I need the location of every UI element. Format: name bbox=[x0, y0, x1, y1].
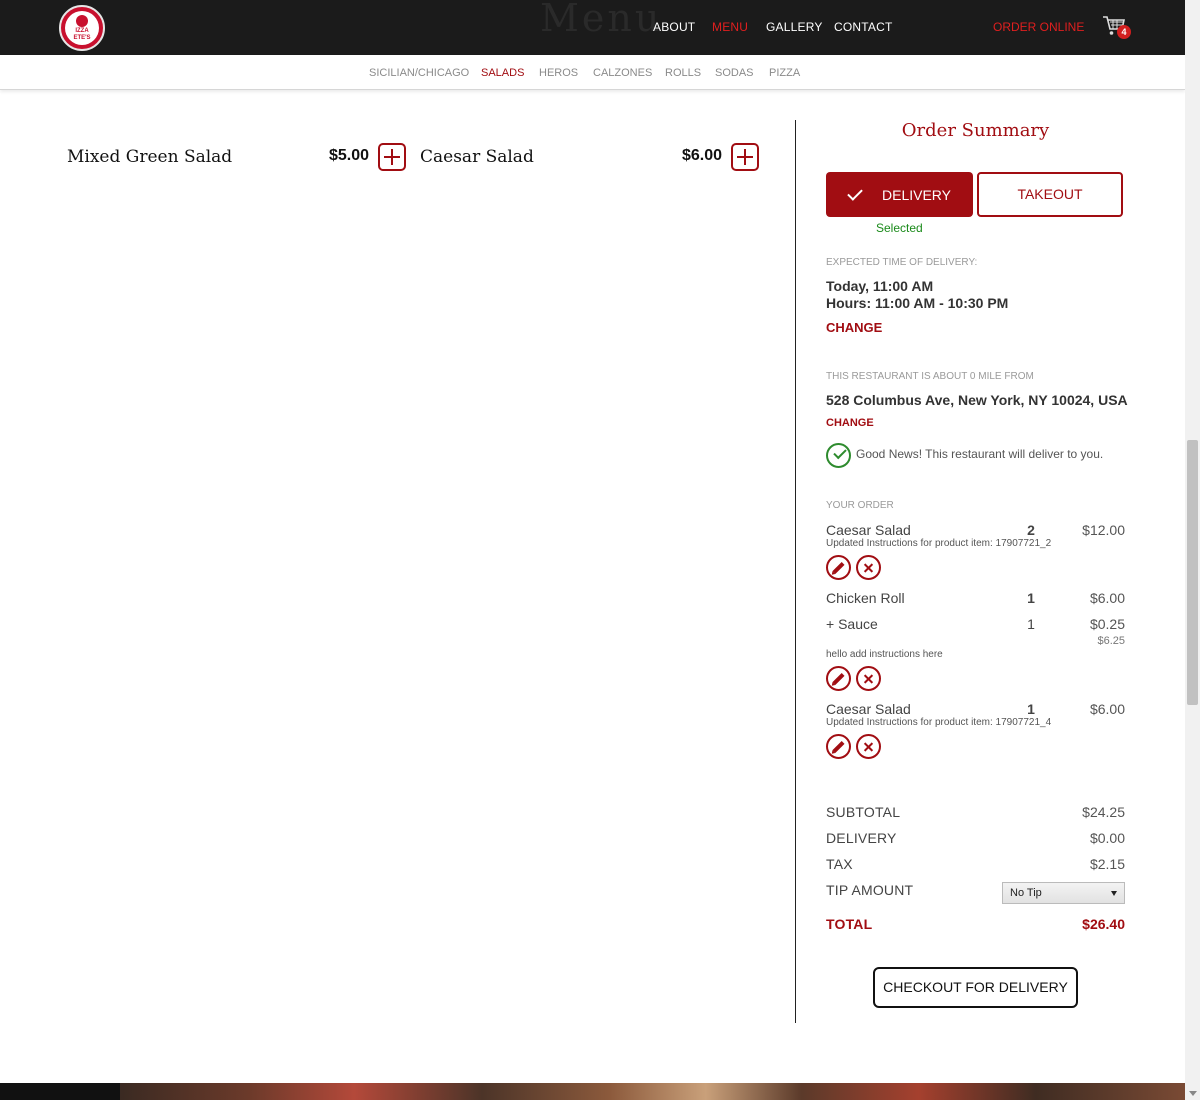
nav-contact[interactable]: CONTACT bbox=[834, 20, 893, 34]
scroll-down-arrow[interactable] bbox=[1189, 1091, 1197, 1096]
plus-icon-v bbox=[391, 149, 393, 165]
success-check-icon bbox=[826, 443, 851, 468]
top-nav-bar: IZZA ETE'S Menu ABOUT MENU GALLERY CONTA… bbox=[0, 0, 1185, 55]
remove-item-button[interactable] bbox=[856, 555, 881, 580]
order-line-name: Chicken Roll bbox=[826, 590, 905, 606]
delivery-label: DELIVERY bbox=[882, 186, 951, 203]
remove-item-button[interactable] bbox=[856, 734, 881, 759]
order-line-instructions: Updated Instructions for product item: 1… bbox=[826, 717, 1052, 728]
remove-item-button[interactable] bbox=[856, 666, 881, 691]
expected-time-label: EXPECTED TIME OF DELIVERY: bbox=[826, 257, 978, 268]
pizza-petes-logo[interactable]: IZZA ETE'S bbox=[59, 5, 105, 51]
total-label: TOTAL bbox=[826, 916, 873, 932]
edit-item-button[interactable] bbox=[826, 555, 851, 580]
tax-label: TAX bbox=[826, 856, 853, 872]
delivery-toggle-button[interactable]: DELIVERY bbox=[826, 172, 973, 217]
tip-amount-select[interactable]: No Tip bbox=[1002, 882, 1125, 904]
checkout-button[interactable]: CHECKOUT FOR DELIVERY bbox=[873, 967, 1078, 1008]
cart-count-badge: 4 bbox=[1117, 25, 1131, 39]
change-address-link[interactable]: CHANGE bbox=[826, 417, 874, 429]
check-mark bbox=[833, 445, 847, 460]
menu-item-name[interactable]: Mixed Green Salad bbox=[67, 147, 232, 167]
order-line-instructions: Updated Instructions for product item: 1… bbox=[826, 538, 1052, 549]
order-line-qty: 1 bbox=[1027, 590, 1035, 606]
order-line-qty: 1 bbox=[1027, 701, 1035, 717]
pencil-icon bbox=[832, 740, 845, 753]
pencil-icon bbox=[832, 672, 845, 685]
edit-item-button[interactable] bbox=[826, 734, 851, 759]
subtotal-value: $24.25 bbox=[1082, 804, 1125, 820]
scrollbar-thumb[interactable] bbox=[1187, 440, 1198, 705]
category-calzones[interactable]: CALZONES bbox=[593, 67, 652, 79]
order-line-price: $6.00 bbox=[1089, 590, 1125, 606]
change-time-link[interactable]: CHANGE bbox=[826, 320, 882, 335]
footer-food-image bbox=[120, 1083, 1185, 1100]
expected-time-value: Today, 11:00 AM bbox=[826, 278, 934, 294]
category-sicilian-chicago[interactable]: SICILIAN/CHICAGO bbox=[369, 67, 469, 79]
page-heading-menu: Menu bbox=[540, 0, 663, 40]
order-line-subtotal: $6.25 bbox=[1097, 635, 1125, 647]
nav-menu[interactable]: MENU bbox=[712, 20, 748, 34]
menu-item-name[interactable]: Caesar Salad bbox=[420, 147, 534, 167]
tip-selected-value: No Tip bbox=[1010, 887, 1042, 899]
add-item-button[interactable] bbox=[378, 143, 406, 171]
order-line-price: $12.00 bbox=[1082, 522, 1125, 538]
order-online-link[interactable]: ORDER ONLINE bbox=[993, 20, 1084, 34]
category-pizza[interactable]: PIZZA bbox=[769, 67, 800, 79]
order-line-price: $6.00 bbox=[1089, 701, 1125, 717]
menu-item-price: $5.00 bbox=[329, 147, 370, 164]
tip-label: TIP AMOUNT bbox=[826, 882, 914, 898]
content-divider bbox=[795, 120, 796, 1023]
takeout-toggle-button[interactable]: TAKEOUT bbox=[977, 172, 1123, 217]
pencil-icon bbox=[832, 561, 845, 574]
dropdown-arrow-icon bbox=[1111, 891, 1117, 896]
order-line-instructions: hello add instructions here bbox=[826, 649, 943, 660]
selected-indicator: Selected bbox=[876, 221, 923, 235]
delivery-fee-value: $0.00 bbox=[1089, 830, 1125, 846]
your-order-label: YOUR ORDER bbox=[826, 500, 894, 511]
order-line-addon-name: + Sauce bbox=[826, 616, 878, 632]
cart-button[interactable]: 4 bbox=[1102, 15, 1132, 41]
total-value: $26.40 bbox=[1082, 916, 1125, 932]
distance-label: THIS RESTAURANT IS ABOUT 0 MILE FROM bbox=[826, 371, 1034, 382]
order-line-name: Caesar Salad bbox=[826, 522, 911, 538]
logo-mark bbox=[76, 14, 88, 27]
order-summary-title: Order Summary bbox=[901, 120, 1050, 141]
logo-text: IZZA ETE'S bbox=[73, 27, 91, 41]
add-item-button[interactable] bbox=[731, 143, 759, 171]
order-line-addon-qty: 1 bbox=[1027, 616, 1035, 632]
category-heros[interactable]: HEROS bbox=[539, 67, 578, 79]
category-salads[interactable]: SALADS bbox=[481, 67, 524, 79]
delivery-fee-label: DELIVERY bbox=[826, 830, 897, 846]
plus-icon-v bbox=[744, 149, 746, 165]
subtotal-label: SUBTOTAL bbox=[826, 804, 901, 820]
tax-value: $2.15 bbox=[1089, 856, 1125, 872]
nav-gallery[interactable]: GALLERY bbox=[766, 20, 823, 34]
order-line-qty: 2 bbox=[1027, 522, 1035, 538]
check-icon bbox=[847, 184, 863, 201]
edit-item-button[interactable] bbox=[826, 666, 851, 691]
delivery-availability-message: Good News! This restaurant will deliver … bbox=[856, 447, 1104, 461]
category-rolls[interactable]: ROLLS bbox=[665, 67, 701, 79]
footer-dark-panel bbox=[0, 1083, 120, 1100]
menu-item-price: $6.00 bbox=[682, 147, 723, 164]
category-bar: SICILIAN/CHICAGO SALADS HEROS CALZONES R… bbox=[0, 55, 1185, 90]
order-line-name: Caesar Salad bbox=[826, 701, 911, 717]
category-sodas[interactable]: SODAS bbox=[715, 67, 754, 79]
nav-about[interactable]: ABOUT bbox=[653, 20, 695, 34]
order-line-addon-price: $0.25 bbox=[1089, 616, 1125, 632]
delivery-address: 528 Columbus Ave, New York, NY 10024, US… bbox=[826, 392, 1128, 408]
logo-inner: IZZA ETE'S bbox=[65, 11, 99, 45]
store-hours: Hours: 11:00 AM - 10:30 PM bbox=[826, 295, 1009, 311]
